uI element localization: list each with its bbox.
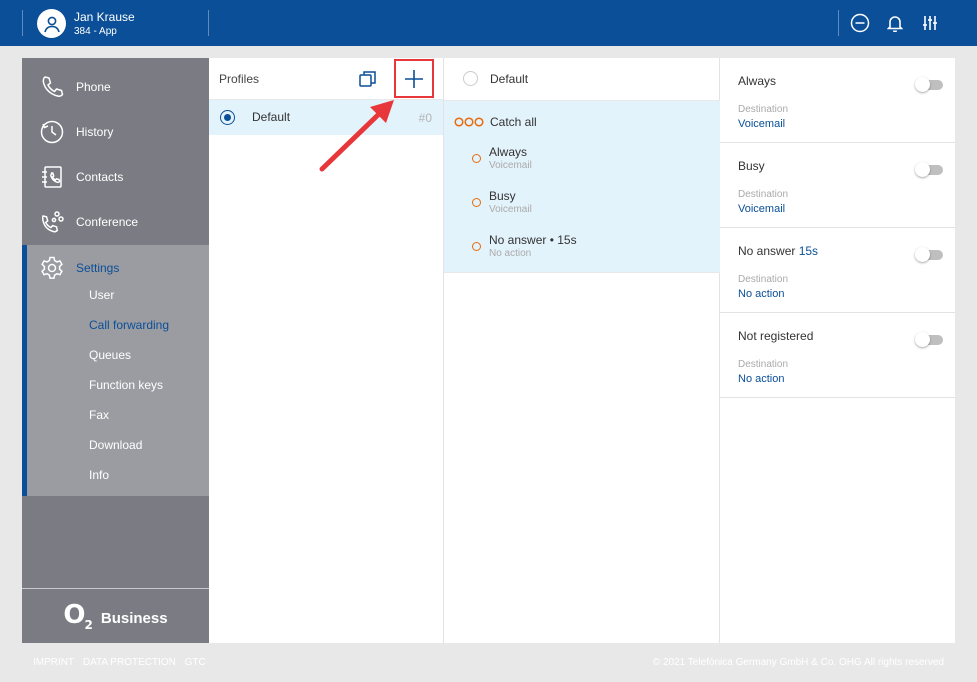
settings-sliders-button[interactable]: [919, 12, 941, 34]
profile-title: Default: [490, 72, 529, 86]
user-icon: [43, 16, 60, 32]
profile-radio[interactable]: [463, 71, 478, 86]
forwarding-detail-panel: Always Destination Voicemail Busy Destin…: [720, 58, 955, 643]
sidebar-item-label: Contacts: [76, 169, 124, 184]
sidebar-item-history[interactable]: History: [22, 109, 209, 154]
forward-title: Not registered: [738, 329, 814, 343]
add-profile-button[interactable]: [394, 59, 434, 98]
divider: [444, 272, 720, 273]
duplicate-profile-button[interactable]: [358, 69, 378, 89]
copyright-text: © 2021 Telefónica Germany GmbH & Co. OHG…: [652, 657, 944, 668]
destination-label: Destination: [738, 274, 789, 285]
plus-icon: [405, 69, 423, 88]
phone-icon: [42, 76, 64, 97]
settings-sub-queues[interactable]: Queues: [89, 348, 131, 362]
profile-radio-selected[interactable]: [220, 110, 235, 125]
catch-all-icon: [454, 117, 484, 127]
no-answer-delay[interactable]: 15s: [799, 244, 818, 258]
sidebar-item-label: Conference: [76, 214, 139, 229]
forward-row-busy[interactable]: Busy Destination Voicemail: [720, 143, 955, 228]
rule-status-icon: [472, 242, 481, 251]
profile-number: #0: [418, 111, 432, 125]
settings-sub-fax[interactable]: Fax: [89, 408, 109, 422]
brand-logo: O2 Business: [22, 596, 209, 636]
destination-label: Destination: [738, 104, 789, 115]
destination-label: Destination: [738, 189, 789, 200]
header-divider: [838, 10, 839, 36]
catch-all-label: Catch all: [490, 115, 537, 129]
settings-sub-user[interactable]: User: [89, 288, 114, 302]
settings-sub-function-keys[interactable]: Function keys: [89, 378, 163, 392]
footer-link-data-protection[interactable]: DATA PROTECTION: [83, 657, 176, 668]
destination-value[interactable]: No action: [738, 373, 784, 385]
settings-sub-call-forwarding[interactable]: Call forwarding: [89, 318, 169, 332]
sidebar: Phone History Contacts Conference Settin…: [22, 58, 209, 643]
top-header: Jan Krause 384 - App: [0, 0, 977, 46]
settings-sub-info[interactable]: Info: [89, 468, 109, 482]
profile-row-default[interactable]: Default #0: [209, 100, 443, 135]
clock-icon: [40, 120, 64, 144]
profile-rules-panel: Default Catch all Always Voicemail Busy …: [444, 58, 720, 643]
rule-no-answer-sub: No action: [489, 248, 532, 259]
forward-row-no-answer[interactable]: No answer 15s Destination No action: [720, 228, 955, 313]
destination-value[interactable]: No action: [738, 288, 784, 300]
catch-all-block[interactable]: Catch all Always Voicemail Busy Voicemai…: [444, 100, 720, 272]
copy-icon: [359, 71, 376, 87]
forward-toggle-not-registered[interactable]: [915, 332, 943, 347]
dnd-button[interactable]: [849, 12, 871, 34]
brand-o2: O2: [63, 599, 93, 633]
minus-circle-icon: [850, 13, 870, 33]
conference-icon: [41, 211, 64, 233]
forward-row-not-registered[interactable]: Not registered Destination No action: [720, 313, 955, 398]
sidebar-item-settings[interactable]: Settings: [22, 245, 209, 290]
settings-section: Settings: [22, 245, 209, 496]
sliders-icon: [923, 16, 937, 30]
profile-name: Default: [252, 110, 291, 124]
destination-label: Destination: [738, 359, 789, 370]
forward-toggle-always[interactable]: [915, 77, 943, 92]
rule-always-sub: Voicemail: [489, 160, 532, 171]
forward-title: Busy: [738, 159, 765, 173]
forward-title: No answer 15s: [738, 244, 819, 258]
rule-status-icon: [472, 198, 481, 207]
destination-value[interactable]: Voicemail: [738, 203, 785, 215]
header-divider: [22, 10, 23, 36]
rule-busy-sub: Voicemail: [489, 204, 532, 215]
sidebar-item-conference[interactable]: Conference: [22, 199, 209, 244]
forward-row-always[interactable]: Always Destination Voicemail: [720, 58, 955, 143]
footer-link-gtc[interactable]: GTC: [185, 657, 206, 668]
contacts-icon: [42, 166, 62, 188]
footer-links: IMPRINT DATA PROTECTION GTC: [33, 657, 212, 668]
sidebar-item-label: Settings: [76, 260, 120, 275]
sidebar-item-phone[interactable]: Phone: [22, 64, 209, 109]
rule-busy-title: Busy: [489, 189, 516, 203]
rule-status-icon: [472, 154, 481, 163]
profiles-heading: Profiles: [219, 72, 260, 86]
sidebar-item-contacts[interactable]: Contacts: [22, 154, 209, 199]
rule-always-title: Always: [489, 145, 528, 159]
user-name: Jan Krause: [74, 10, 135, 24]
forward-title: Always: [738, 74, 777, 88]
bell-icon: [887, 16, 903, 32]
user-avatar[interactable]: [37, 9, 66, 38]
forward-toggle-busy[interactable]: [915, 162, 943, 177]
sidebar-item-label: History: [76, 124, 114, 139]
settings-sub-download[interactable]: Download: [89, 438, 142, 452]
user-extension: 384 - App: [74, 26, 117, 37]
forward-toggle-no-answer[interactable]: [915, 247, 943, 262]
rule-no-answer-title: No answer • 15s: [489, 233, 577, 247]
notifications-button[interactable]: [884, 12, 906, 34]
brand-business: Business: [100, 609, 168, 627]
brand-divider: [22, 588, 209, 589]
footer-link-imprint[interactable]: IMPRINT: [33, 657, 74, 668]
gear-icon: [41, 256, 63, 279]
header-divider: [208, 10, 209, 36]
profiles-panel: Profiles Default #0: [209, 58, 444, 643]
sidebar-item-label: Phone: [76, 79, 111, 94]
destination-value[interactable]: Voicemail: [738, 118, 785, 130]
